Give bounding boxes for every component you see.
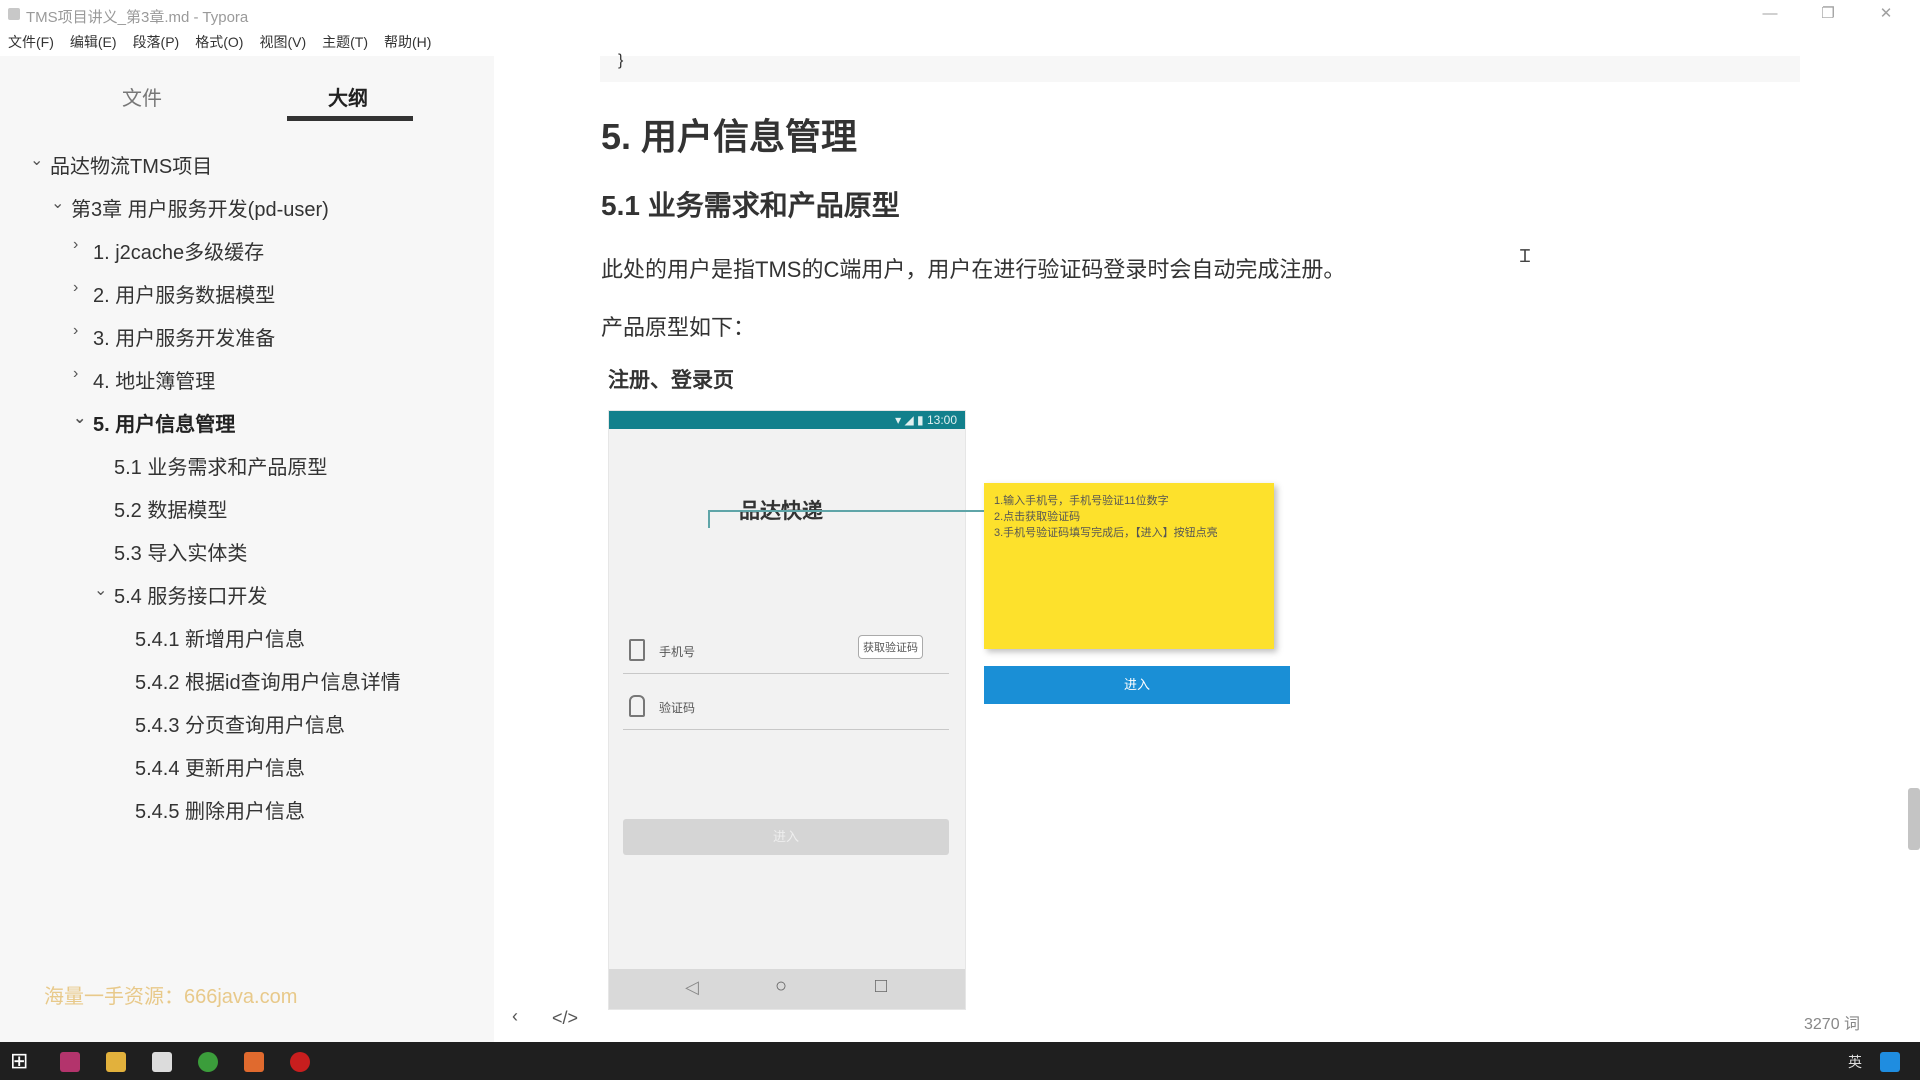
windows-start-icon[interactable]: ⊞ xyxy=(10,1048,28,1074)
scrollbar-thumb[interactable] xyxy=(1908,788,1920,850)
phone-label: 手机号 xyxy=(659,645,696,659)
taskbar: ⊞ 英 xyxy=(0,1042,1920,1080)
tab-files[interactable]: 文件 xyxy=(122,82,162,111)
chrome-icon[interactable] xyxy=(198,1052,218,1072)
toggle-sidebar-button[interactable]: ‹ xyxy=(512,1006,518,1027)
menu-format[interactable]: 格式(O) xyxy=(195,30,243,54)
outline-item[interactable]: › 3. 用户服务开发准备 xyxy=(73,322,275,351)
tab-active-indicator xyxy=(287,116,413,121)
get-code-button: 获取验证码 xyxy=(858,635,923,659)
code-field: 验证码 xyxy=(623,685,949,730)
phone-number-field: 手机号 获取验证码 xyxy=(623,629,949,674)
enter-button-prototype: 进入 xyxy=(984,666,1290,704)
paragraph[interactable]: 此处的用户是指TMS的C端用户，用户在进行验证码登录时会自动完成注册。 xyxy=(601,252,1345,284)
word-count[interactable]: 3270 词 xyxy=(1804,1010,1860,1034)
back-icon: ◁ xyxy=(685,977,699,997)
outline-item[interactable]: 5.1 业务需求和产品原型 xyxy=(114,451,327,480)
heading-h2[interactable]: 5. 用户信息管理 xyxy=(601,108,857,160)
outline-item[interactable]: › 2. 用户服务数据模型 xyxy=(73,279,275,308)
app-icon[interactable] xyxy=(244,1052,264,1072)
outline-item[interactable]: 5.4.2 根据id查询用户信息详情 xyxy=(135,666,401,695)
chevron-right-icon[interactable]: › xyxy=(73,365,78,383)
code-text: } xyxy=(618,52,624,69)
restore-button[interactable]: ❐ xyxy=(1808,2,1848,26)
chevron-down-icon[interactable]: ⌄ xyxy=(30,150,43,170)
home-icon: ○ xyxy=(775,975,788,997)
outline-item[interactable]: ⌄ 5.4 服务接口开发 xyxy=(94,580,267,609)
chevron-right-icon[interactable]: › xyxy=(73,279,78,297)
outline-item[interactable]: ⌄ 品达物流TMS项目 xyxy=(30,150,212,179)
recent-apps-icon: □ xyxy=(875,975,888,997)
status-time: ▾ ◢ ▮ 13:00 xyxy=(895,413,957,427)
annotation-note: 1.输入手机号，手机号验证11位数字 2.点击获取验证码 3.手机号验证码填写完… xyxy=(984,483,1274,649)
outline-item-active[interactable]: ⌄ 5. 用户信息管理 xyxy=(73,408,235,437)
phone-nav-bar: ◁ ○ □ xyxy=(609,969,965,1009)
typora-app-icon xyxy=(8,8,20,20)
source-mode-button[interactable]: </> xyxy=(552,1008,578,1029)
heading-h3[interactable]: 5.1 业务需求和产品原型 xyxy=(601,184,900,224)
menu-view[interactable]: 视图(V) xyxy=(259,30,306,54)
window-title: TMS项目讲义_第3章.md - Typora xyxy=(26,9,249,26)
ime-indicator[interactable]: 英 xyxy=(1848,1052,1862,1072)
login-button-disabled: 进入 xyxy=(623,819,949,855)
outline-item[interactable]: 5.4.3 分页查询用户信息 xyxy=(135,709,345,738)
menu-file[interactable]: 文件(F) xyxy=(8,30,54,54)
close-button[interactable]: ✕ xyxy=(1866,2,1906,26)
code-label: 验证码 xyxy=(659,701,696,715)
outline-item[interactable]: › 1. j2cache多级缓存 xyxy=(73,236,264,265)
record-icon[interactable] xyxy=(290,1052,310,1072)
menu-help[interactable]: 帮助(H) xyxy=(384,30,431,54)
outline-item[interactable]: 5.4.5 删除用户信息 xyxy=(135,795,305,824)
phone-status-bar: ▾ ◢ ▮ 13:00 xyxy=(609,411,965,429)
menu-edit[interactable]: 编辑(E) xyxy=(70,30,117,54)
title-bar: TMS项目讲义_第3章.md - Typora — ❐ ✕ xyxy=(0,0,1920,28)
watermark: 海量一手资源：666java.com xyxy=(44,986,298,1008)
outline-item[interactable]: › 4. 地址簿管理 xyxy=(73,365,215,394)
callout-connector xyxy=(708,510,986,512)
outline-item[interactable]: 5.2 数据模型 xyxy=(114,494,227,523)
chevron-right-icon[interactable]: › xyxy=(73,322,78,340)
note-line: 3.手机号验证码填写完成后，【进入】按钮点亮 xyxy=(994,527,1218,539)
menu-paragraph[interactable]: 段落(P) xyxy=(133,30,180,54)
minimize-button[interactable]: — xyxy=(1750,2,1790,26)
code-block[interactable]: } xyxy=(600,52,1800,82)
callout-connector-vertical xyxy=(708,510,710,528)
outline-item[interactable]: ⌄ 第3章 用户服务开发(pd-user) xyxy=(51,193,329,222)
image-caption: 注册、登录页 xyxy=(608,369,734,392)
text-cursor-icon: Ɪ xyxy=(1520,246,1531,266)
folder-icon[interactable] xyxy=(106,1052,126,1072)
note-line: 1.输入手机号，手机号验证11位数字 xyxy=(994,495,1169,507)
paragraph[interactable]: 产品原型如下： xyxy=(601,310,755,342)
menu-bar: 文件(F) 编辑(E) 段落(P) 格式(O) 视图(V) 主题(T) 帮助(H) xyxy=(0,30,439,54)
chevron-right-icon[interactable]: › xyxy=(73,236,78,254)
phone-prototype-image: ▾ ◢ ▮ 13:00 品达快递 手机号 获取验证码 验证码 进入 ◁ ○ □ xyxy=(608,410,966,1010)
note-line: 2.点击获取验证码 xyxy=(994,511,1081,523)
mobile-icon xyxy=(629,639,645,661)
tab-outline[interactable]: 大纲 xyxy=(328,82,368,111)
notepad-icon[interactable] xyxy=(152,1052,172,1072)
chevron-down-icon[interactable]: ⌄ xyxy=(51,193,64,213)
outline-item[interactable]: 5.4.4 更新用户信息 xyxy=(135,752,305,781)
chevron-down-icon[interactable]: ⌄ xyxy=(94,580,107,600)
sidebar: 文件 大纲 ⌄ 品达物流TMS项目 ⌄ 第3章 用户服务开发(pd-user) › 1… xyxy=(0,56,494,1042)
outline-item[interactable]: 5.4.1 新增用户信息 xyxy=(135,623,305,652)
lock-icon xyxy=(629,695,645,717)
chevron-down-icon[interactable]: ⌄ xyxy=(73,408,86,428)
outline-item[interactable]: 5.3 导入实体类 xyxy=(114,537,247,566)
baidu-icon[interactable] xyxy=(1880,1052,1900,1072)
menu-theme[interactable]: 主题(T) xyxy=(322,30,368,54)
intellij-icon[interactable] xyxy=(60,1052,80,1072)
